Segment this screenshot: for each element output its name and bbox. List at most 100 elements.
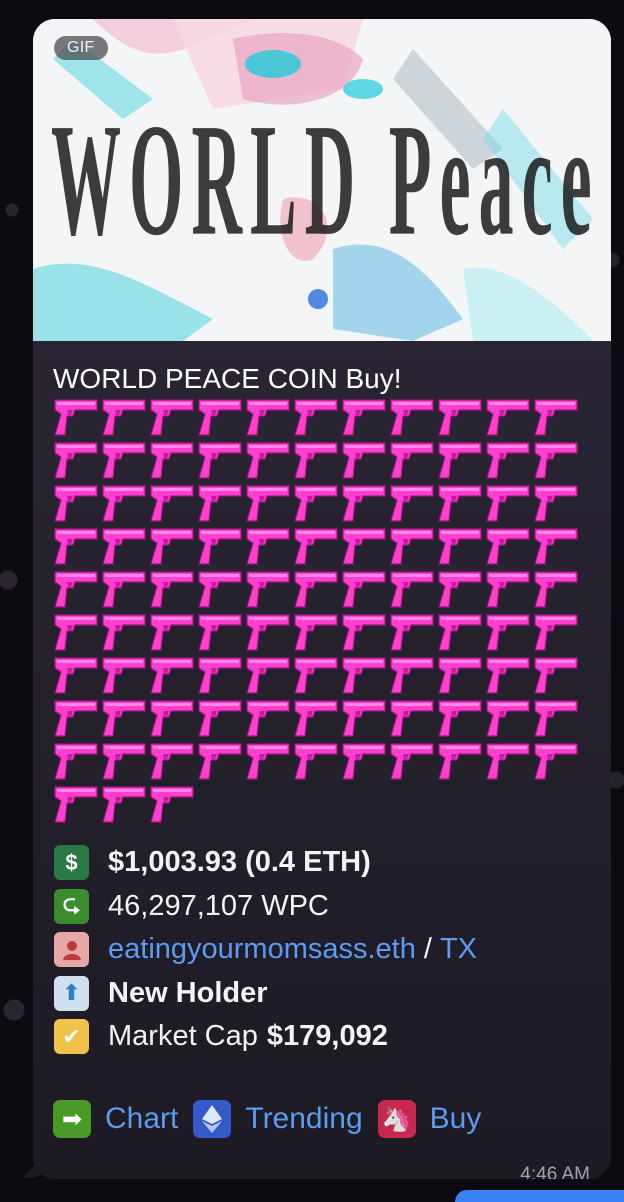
pistol-icon <box>533 695 581 738</box>
pistol-icon <box>293 609 341 652</box>
pistol-icon <box>101 523 149 566</box>
right-arrow-icon: ➡ <box>53 1100 91 1138</box>
message-time: 4:46 AM <box>520 1164 590 1179</box>
pistol-icon <box>197 652 245 695</box>
user-icon <box>54 932 89 968</box>
pistol-icon <box>533 480 581 523</box>
pistol-icon <box>293 738 341 781</box>
holder-text: New Holder <box>108 976 268 1009</box>
pistol-icon <box>341 695 389 738</box>
pistol-icon <box>389 695 437 738</box>
pistol-icon <box>197 523 245 566</box>
tokens-text: 46,297,107 WPC <box>108 889 329 922</box>
gif-media[interactable]: GIF WORLD Peace BUY <box>33 19 611 341</box>
up-arrow-icon: ⬆ <box>54 975 89 1011</box>
pistol-icon <box>197 695 245 738</box>
pistol-icon <box>53 394 101 437</box>
pistol-icon <box>341 437 389 480</box>
pistol-icon <box>389 609 437 652</box>
pistol-icon <box>101 609 149 652</box>
pistol-icon <box>437 394 485 437</box>
pistol-icon <box>389 523 437 566</box>
pistol-icon <box>485 523 533 566</box>
pistol-icon <box>485 652 533 695</box>
buyer-row: eatingyourmomsass.eth / TX <box>54 928 477 972</box>
chart-button[interactable]: ➡ Chart <box>53 1100 178 1138</box>
amount-text: $1,003.93 (0.4 ETH) <box>108 846 371 879</box>
pistol-icon <box>437 695 485 738</box>
pistol-icon <box>149 437 197 480</box>
unicorn-icon: 🦄 <box>377 1100 416 1138</box>
link-separator: / <box>423 933 432 966</box>
pistol-icon <box>245 695 293 738</box>
pistol-icon <box>437 738 485 781</box>
buy-button[interactable]: 🦄 Buy <box>377 1100 481 1138</box>
pistol-icon <box>389 437 437 480</box>
pistol-icon <box>293 695 341 738</box>
pistol-emoji-grid <box>53 394 581 823</box>
gif-badge: GIF <box>54 36 108 60</box>
pistol-icon <box>149 394 197 437</box>
pistol-icon <box>197 480 245 523</box>
pistol-icon <box>245 566 293 609</box>
pistol-icon <box>389 738 437 781</box>
pistol-icon <box>341 394 389 437</box>
pistol-icon <box>437 566 485 609</box>
pistol-icon <box>533 437 581 480</box>
pistol-icon <box>485 695 533 738</box>
market-cap-label: Market Cap <box>108 1020 258 1053</box>
tx-link[interactable]: TX <box>440 933 477 966</box>
buy-info: $ $1,003.93 (0.4 ETH) ⮎ 46,297,107 WPC e… <box>54 841 477 1059</box>
pistol-icon <box>101 652 149 695</box>
pistol-icon <box>53 437 101 480</box>
pistol-icon <box>293 480 341 523</box>
pistol-icon <box>437 480 485 523</box>
pistol-icon <box>389 566 437 609</box>
pistol-icon <box>197 609 245 652</box>
pistol-icon <box>293 437 341 480</box>
pistol-icon <box>53 695 101 738</box>
pistol-icon <box>245 652 293 695</box>
pistol-icon <box>101 566 149 609</box>
pistol-icon <box>533 523 581 566</box>
ethereum-icon <box>193 1100 232 1138</box>
pistol-icon <box>485 738 533 781</box>
pistol-icon <box>437 523 485 566</box>
pistol-icon <box>485 609 533 652</box>
pistol-icon <box>149 781 197 824</box>
pistol-icon <box>341 523 389 566</box>
pistol-icon <box>149 480 197 523</box>
pistol-icon <box>533 394 581 437</box>
pistol-icon <box>245 480 293 523</box>
pistol-icon <box>101 480 149 523</box>
pistol-icon <box>293 394 341 437</box>
pistol-icon <box>341 652 389 695</box>
pistol-icon <box>341 738 389 781</box>
pistol-icon <box>149 609 197 652</box>
pistol-icon <box>485 394 533 437</box>
pistol-icon <box>197 437 245 480</box>
chart-label: Chart <box>105 1102 179 1135</box>
pistol-icon <box>341 566 389 609</box>
message-bubble[interactable]: GIF WORLD Peace BUY WORLD PEACE COIN Buy… <box>33 19 611 1179</box>
pistol-icon <box>533 566 581 609</box>
pistol-icon <box>53 652 101 695</box>
checkmark-icon: ✔ <box>54 1019 89 1055</box>
pistol-icon <box>53 480 101 523</box>
trending-button[interactable]: Trending <box>193 1100 363 1138</box>
pistol-icon <box>389 480 437 523</box>
pistol-icon <box>197 394 245 437</box>
pistol-icon <box>533 738 581 781</box>
dollar-icon: $ <box>54 845 89 881</box>
action-buttons: ➡ Chart Trending 🦄 Buy <box>53 1100 496 1138</box>
buyer-link[interactable]: eatingyourmomsass.eth <box>108 933 416 966</box>
pistol-icon <box>245 394 293 437</box>
pistol-icon <box>245 437 293 480</box>
tokens-row: ⮎ 46,297,107 WPC <box>54 885 477 929</box>
pistol-icon <box>437 652 485 695</box>
outgoing-bubble-edge <box>455 1190 624 1202</box>
pistol-icon <box>437 609 485 652</box>
pistol-icon <box>245 738 293 781</box>
arrow-return-icon: ⮎ <box>54 888 89 924</box>
pistol-icon <box>389 652 437 695</box>
